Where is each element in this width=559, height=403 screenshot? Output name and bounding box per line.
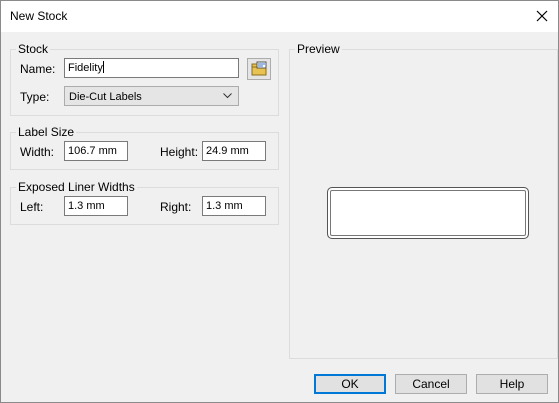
width-label: Width:: [20, 145, 55, 159]
preview-area: [289, 41, 557, 359]
left-liner-field[interactable]: 1.3 mm: [64, 196, 128, 216]
label-size-legend: Label Size: [18, 125, 75, 139]
height-field[interactable]: 24.9 mm: [202, 141, 266, 161]
left-label: Left:: [20, 200, 44, 214]
stock-legend: Stock: [18, 42, 49, 56]
width-field[interactable]: 106.7 mm: [64, 141, 128, 161]
close-button[interactable]: [527, 1, 558, 32]
help-button[interactable]: Help: [476, 374, 548, 394]
close-icon: [536, 10, 548, 22]
height-label: Height:: [160, 145, 199, 159]
type-label: Type:: [20, 90, 50, 104]
type-dropdown[interactable]: Die-Cut Labels: [64, 86, 239, 106]
window-title: New Stock: [10, 9, 68, 23]
right-label: Right:: [160, 200, 192, 214]
new-stock-dialog: New Stock Stock Name: Fidelity Type: Die…: [0, 0, 559, 403]
label-preview-shape: [327, 187, 529, 239]
title-bar: New Stock: [1, 1, 558, 32]
name-value: Fidelity: [68, 62, 103, 74]
browse-folder-icon: [251, 61, 267, 76]
right-liner-field[interactable]: 1.3 mm: [202, 196, 266, 216]
cancel-button[interactable]: Cancel: [395, 374, 467, 394]
name-label: Name:: [20, 62, 56, 76]
chevron-down-icon: [223, 93, 232, 99]
ok-button[interactable]: OK: [314, 374, 386, 394]
liner-widths-legend: Exposed Liner Widths: [18, 180, 135, 194]
text-caret: [102, 61, 104, 73]
browse-button[interactable]: [247, 58, 271, 80]
type-value: Die-Cut Labels: [69, 91, 142, 103]
name-field[interactable]: Fidelity: [64, 58, 239, 78]
